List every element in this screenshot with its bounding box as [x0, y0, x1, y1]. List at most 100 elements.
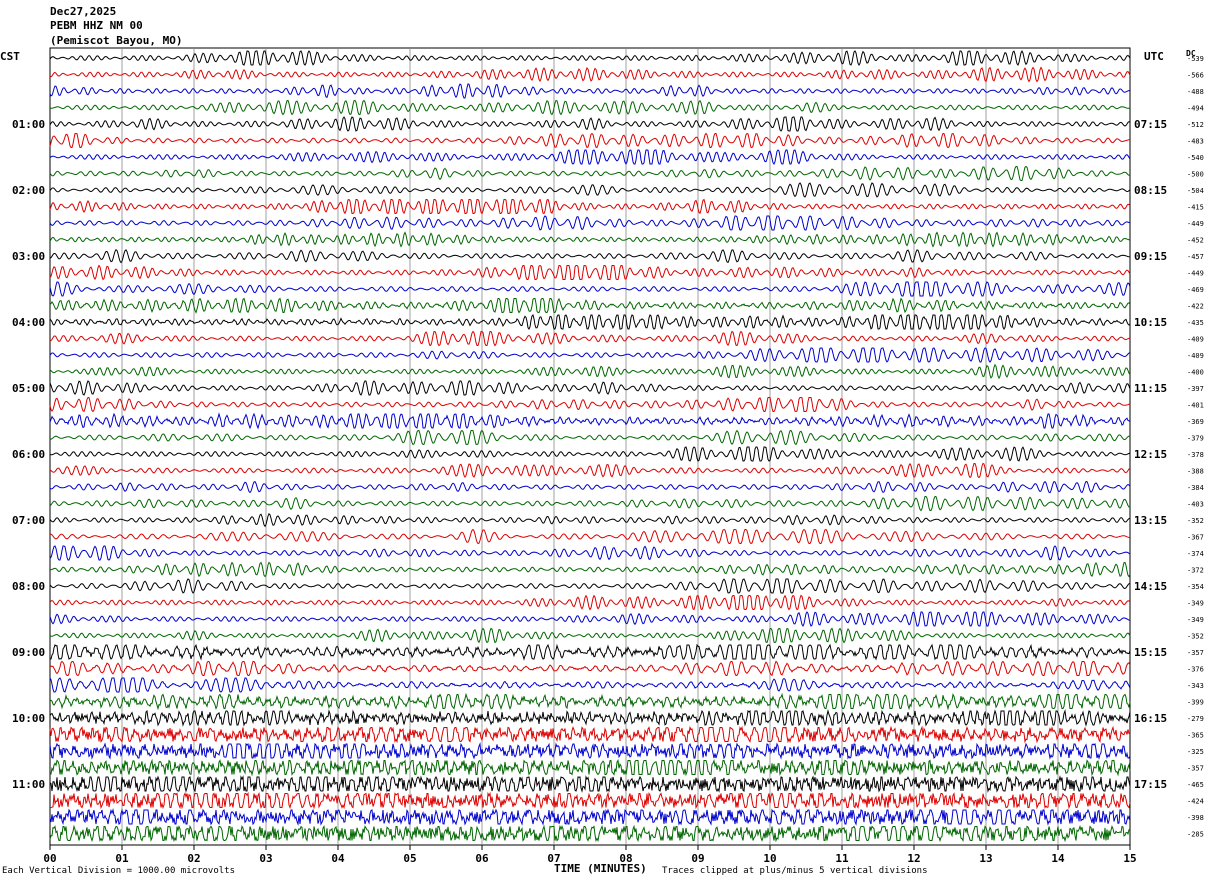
trace-row: [49, 50, 1131, 66]
cst-hour-label: 06:00: [12, 448, 45, 461]
trace-row: [49, 578, 1131, 594]
dc-offset-label: -357: [1187, 649, 1204, 657]
dc-offset-label: -357: [1187, 765, 1204, 773]
trace-row: [49, 396, 1131, 413]
dc-offset-label: -449: [1187, 220, 1204, 228]
clip-note: Traces clipped at plus/minus 5 vertical …: [662, 866, 928, 876]
dc-offset-label: -365: [1187, 732, 1204, 740]
trace-row: [49, 692, 1131, 711]
trace-row: [49, 99, 1131, 116]
dc-offset-label: -457: [1187, 253, 1204, 261]
trace-row: [49, 775, 1131, 793]
dc-offset-label: -566: [1187, 72, 1204, 80]
trace-row: [49, 132, 1131, 149]
trace-row: [49, 363, 1131, 380]
trace-row: [49, 742, 1131, 760]
trace-row: [49, 297, 1131, 314]
axis-labels: 00 01 02 03 04 05 06 07 08 09 10 11 12 13 14 15-539-566…: [12, 55, 1204, 865]
x-tick-label: 03: [259, 852, 272, 865]
trace-row: [49, 725, 1131, 744]
trace-row: [49, 116, 1131, 132]
dc-offset-label: -378: [1187, 451, 1204, 459]
dc-offset-label: -500: [1187, 171, 1204, 179]
dc-offset-label: -512: [1187, 121, 1204, 129]
utc-hour-label: 13:15: [1134, 514, 1167, 527]
dc-offset-label: -494: [1187, 105, 1204, 113]
dc-offset-label: -409: [1187, 352, 1204, 360]
trace-row: [49, 215, 1131, 231]
trace-row: [49, 677, 1131, 693]
utc-hour-label: 07:15: [1134, 118, 1167, 131]
trace-row: [49, 330, 1131, 347]
trace-row: [49, 561, 1131, 578]
dc-offset-label: -415: [1187, 204, 1204, 212]
dc-offset-label: -449: [1187, 270, 1204, 278]
trace-row: [49, 83, 1131, 99]
x-tick-label: 09: [691, 852, 704, 865]
trace-row: [49, 480, 1131, 494]
dc-offset-label: -540: [1187, 154, 1204, 162]
dc-offset-label: -367: [1187, 534, 1204, 542]
cst-hour-label: 08:00: [12, 580, 45, 593]
cst-hour-label: 09:00: [12, 646, 45, 659]
cst-hour-label: 04:00: [12, 316, 45, 329]
x-tick-label: 06: [475, 852, 489, 865]
x-tick-label: 04: [331, 852, 345, 865]
trace-row: [49, 66, 1131, 83]
dc-offset-label: -374: [1187, 550, 1204, 558]
utc-hour-label: 09:15: [1134, 250, 1167, 263]
dc-offset-label: -388: [1187, 468, 1204, 476]
dc-offset-label: -488: [1187, 88, 1204, 96]
trace-row: [49, 495, 1131, 512]
dc-offset-label: -372: [1187, 567, 1204, 575]
dc-offset-label: -352: [1187, 633, 1204, 641]
dc-offset-label: -400: [1187, 369, 1204, 377]
trace-row: [49, 446, 1131, 462]
x-tick-label: 10: [763, 852, 776, 865]
utc-hour-label: 17:15: [1134, 778, 1167, 791]
dc-offset-label: -435: [1187, 319, 1204, 327]
dc-offset-label: -354: [1187, 583, 1204, 591]
dc-offset-label: -409: [1187, 336, 1204, 344]
plot-frame: [49, 47, 1131, 846]
x-tick-label: 11: [835, 852, 849, 865]
cst-hour-label: 05:00: [12, 382, 45, 395]
dc-offset-label: -483: [1187, 138, 1204, 146]
dc-offset-label: -285: [1187, 831, 1204, 839]
trace-row: [49, 248, 1131, 264]
utc-hour-label: 10:15: [1134, 316, 1167, 329]
x-tick-label: 14: [1051, 852, 1065, 865]
cst-hour-label: 11:00: [12, 778, 45, 791]
cst-hour-label: 10:00: [12, 712, 45, 725]
trace-row: [49, 824, 1131, 843]
trace-row: [49, 594, 1131, 611]
dc-offset-label: -279: [1187, 715, 1204, 723]
trace-row: [49, 264, 1131, 281]
trace-row: [49, 545, 1131, 561]
dc-offset-label: -403: [1187, 501, 1204, 509]
x-axis-label: TIME (MINUTES): [554, 862, 647, 875]
dc-offset-label: -349: [1187, 616, 1204, 624]
trace-row: [49, 314, 1131, 331]
utc-hour-label: 16:15: [1134, 712, 1167, 725]
dc-offset-label: -398: [1187, 814, 1204, 822]
trace-row: [49, 611, 1131, 628]
trace-row: [49, 380, 1131, 396]
dc-offset-label: -397: [1187, 385, 1204, 393]
x-tick-label: 12: [907, 852, 920, 865]
cst-hour-label: 02:00: [12, 184, 45, 197]
dc-offset-label: -352: [1187, 517, 1204, 525]
dc-offset-label: -325: [1187, 748, 1204, 756]
trace-row: [49, 231, 1131, 248]
helicorder-chart: 00 01 02 03 04 05 06 07 08 09 10 11 12 13 14 15-539-566…: [12, 47, 1204, 865]
dc-offset-label: -452: [1187, 237, 1204, 245]
scale-note: Each Vertical Division = 1000.00 microvo…: [2, 866, 235, 876]
trace-row: [49, 281, 1131, 297]
dc-offset-label: -399: [1187, 699, 1204, 707]
x-tick-label: 13: [979, 852, 992, 865]
x-tick-label: 00: [43, 852, 56, 865]
trace-group: [49, 50, 1131, 843]
dc-offset-label: -369: [1187, 418, 1204, 426]
trace-row: [49, 149, 1131, 165]
utc-hour-label: 12:15: [1134, 448, 1167, 461]
